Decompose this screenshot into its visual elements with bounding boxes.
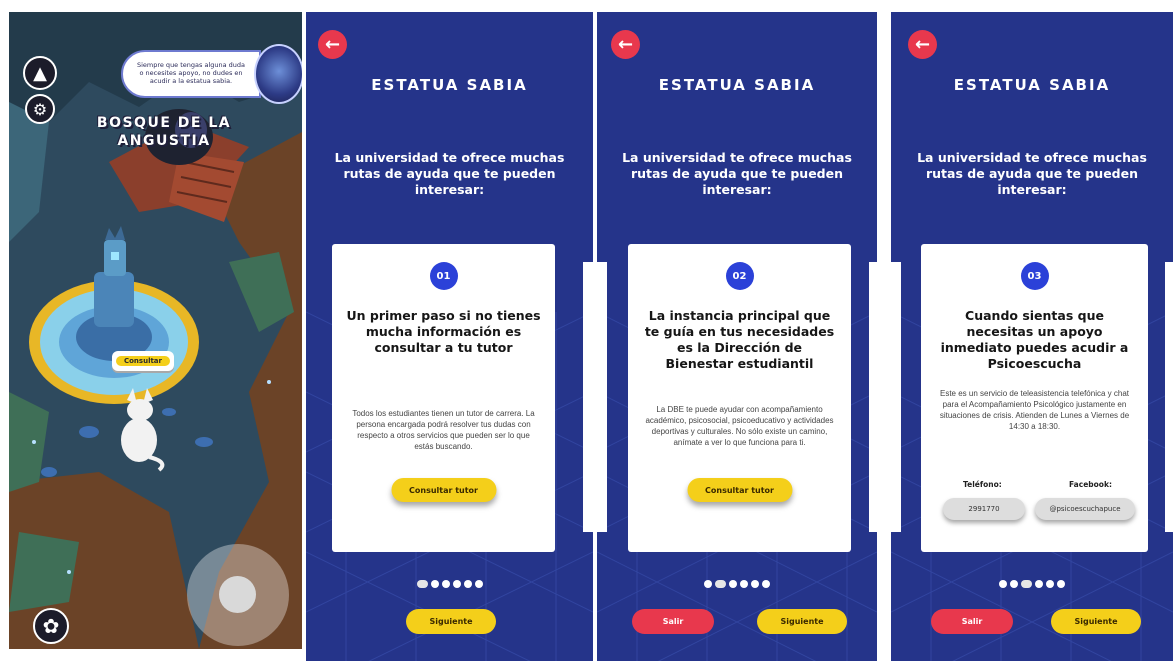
card-body: La DBE te puede ayudar con acompañamient… xyxy=(645,405,834,447)
back-button[interactable]: ← xyxy=(318,30,347,59)
hint-bubble: Siempre que tengas alguna duda o necesit… xyxy=(121,50,261,98)
intro-text: La universidad te ofrece muchas rutas de… xyxy=(622,150,852,197)
pagination xyxy=(891,580,1173,588)
page-dot[interactable] xyxy=(441,580,450,588)
pagination xyxy=(597,580,877,588)
game-screen: ▲ ⚙ Siempre que tengas alguna duda o nec… xyxy=(9,12,302,649)
help-card: 03 Cuando sientas que necesitas un apoyo… xyxy=(921,244,1148,552)
page-dot[interactable] xyxy=(715,580,726,588)
card-heading: Cuando sientas que necesitas un apoyo in… xyxy=(940,308,1129,371)
page-dot[interactable] xyxy=(416,580,428,588)
screen-title: ESTATUA SABIA xyxy=(371,76,528,94)
gear-icon[interactable]: ⚙ xyxy=(25,94,55,124)
pagination xyxy=(306,580,593,588)
card-number-badge: 01 xyxy=(429,262,458,290)
page-dot[interactable] xyxy=(704,580,712,588)
page-dot[interactable] xyxy=(452,580,461,588)
consult-tutor-button[interactable]: Consultar tutor xyxy=(391,478,496,502)
card-heading: La instancia principal que te guía en tu… xyxy=(644,308,835,371)
card-heading: Un primer paso si no tienes mucha inform… xyxy=(346,308,541,355)
intro-text: La universidad te ofrece muchas rutas de… xyxy=(917,150,1147,197)
phone-label: Teléfono: xyxy=(963,480,1002,489)
paw-icon[interactable]: ✿ xyxy=(33,608,69,644)
facebook-button[interactable]: @psicoescuchapuce xyxy=(1035,498,1135,520)
consult-tutor-button[interactable]: Consultar tutor xyxy=(687,478,792,502)
page-dot[interactable] xyxy=(430,580,439,588)
wise-statue-avatar xyxy=(254,44,302,104)
page-dot[interactable] xyxy=(729,580,737,588)
help-card: 01 Un primer paso si no tienes mucha inf… xyxy=(332,244,555,552)
next-button[interactable]: Siguiente xyxy=(1051,609,1141,634)
consult-button-label: Consultar xyxy=(115,356,170,366)
prev-card-peek xyxy=(597,262,607,532)
location-title: BOSQUE DE LA ANGUSTIA xyxy=(96,115,232,149)
card-body: Todos los estudiantes tienen un tutor de… xyxy=(352,409,535,451)
wolf-icon[interactable]: ▲ xyxy=(23,56,57,90)
card-number-badge: 03 xyxy=(1020,262,1049,290)
page-dot[interactable] xyxy=(1035,580,1043,588)
next-card-peek xyxy=(869,262,877,532)
page-dot[interactable] xyxy=(1046,580,1054,588)
page-dot[interactable] xyxy=(1010,580,1018,588)
page-dot[interactable] xyxy=(751,580,759,588)
info-screen-2: ← ESTATUA SABIA La universidad te ofrece… xyxy=(597,12,877,661)
intro-text: La universidad te ofrece muchas rutas de… xyxy=(334,150,565,197)
page-dot[interactable] xyxy=(999,580,1007,588)
info-screen-1: ← ESTATUA SABIA La universidad te ofrece… xyxy=(306,12,593,661)
next-card-peek xyxy=(1165,262,1173,532)
exit-button[interactable]: Salir xyxy=(931,609,1013,634)
page-dot[interactable] xyxy=(474,580,483,588)
joystick-knob[interactable] xyxy=(219,576,256,613)
consult-button[interactable]: Consultar xyxy=(112,351,174,371)
help-card: 02 La instancia principal que te guía en… xyxy=(628,244,851,552)
page-dot[interactable] xyxy=(1057,580,1065,588)
info-screen-3: ← ESTATUA SABIA La universidad te ofrece… xyxy=(891,12,1173,661)
phone-button[interactable]: 2991770 xyxy=(943,498,1025,520)
back-button[interactable]: ← xyxy=(611,30,640,59)
card-body: Este es un servicio de teleasistencia te… xyxy=(939,389,1130,431)
next-button[interactable]: Siguiente xyxy=(757,609,847,634)
facebook-label: Facebook: xyxy=(1069,480,1112,489)
page-dot[interactable] xyxy=(1021,580,1032,588)
exit-button[interactable]: Salir xyxy=(632,609,714,634)
page-dot[interactable] xyxy=(463,580,472,588)
next-button[interactable]: Siguiente xyxy=(406,609,496,634)
next-card-peek xyxy=(583,262,593,532)
back-button[interactable]: ← xyxy=(908,30,937,59)
screen-title: ESTATUA SABIA xyxy=(953,76,1111,94)
page-dot[interactable] xyxy=(740,580,748,588)
page-dot[interactable] xyxy=(762,580,770,588)
screen-title: ESTATUA SABIA xyxy=(658,76,816,94)
card-number-badge: 02 xyxy=(725,262,754,290)
prev-card-peek xyxy=(891,262,901,532)
